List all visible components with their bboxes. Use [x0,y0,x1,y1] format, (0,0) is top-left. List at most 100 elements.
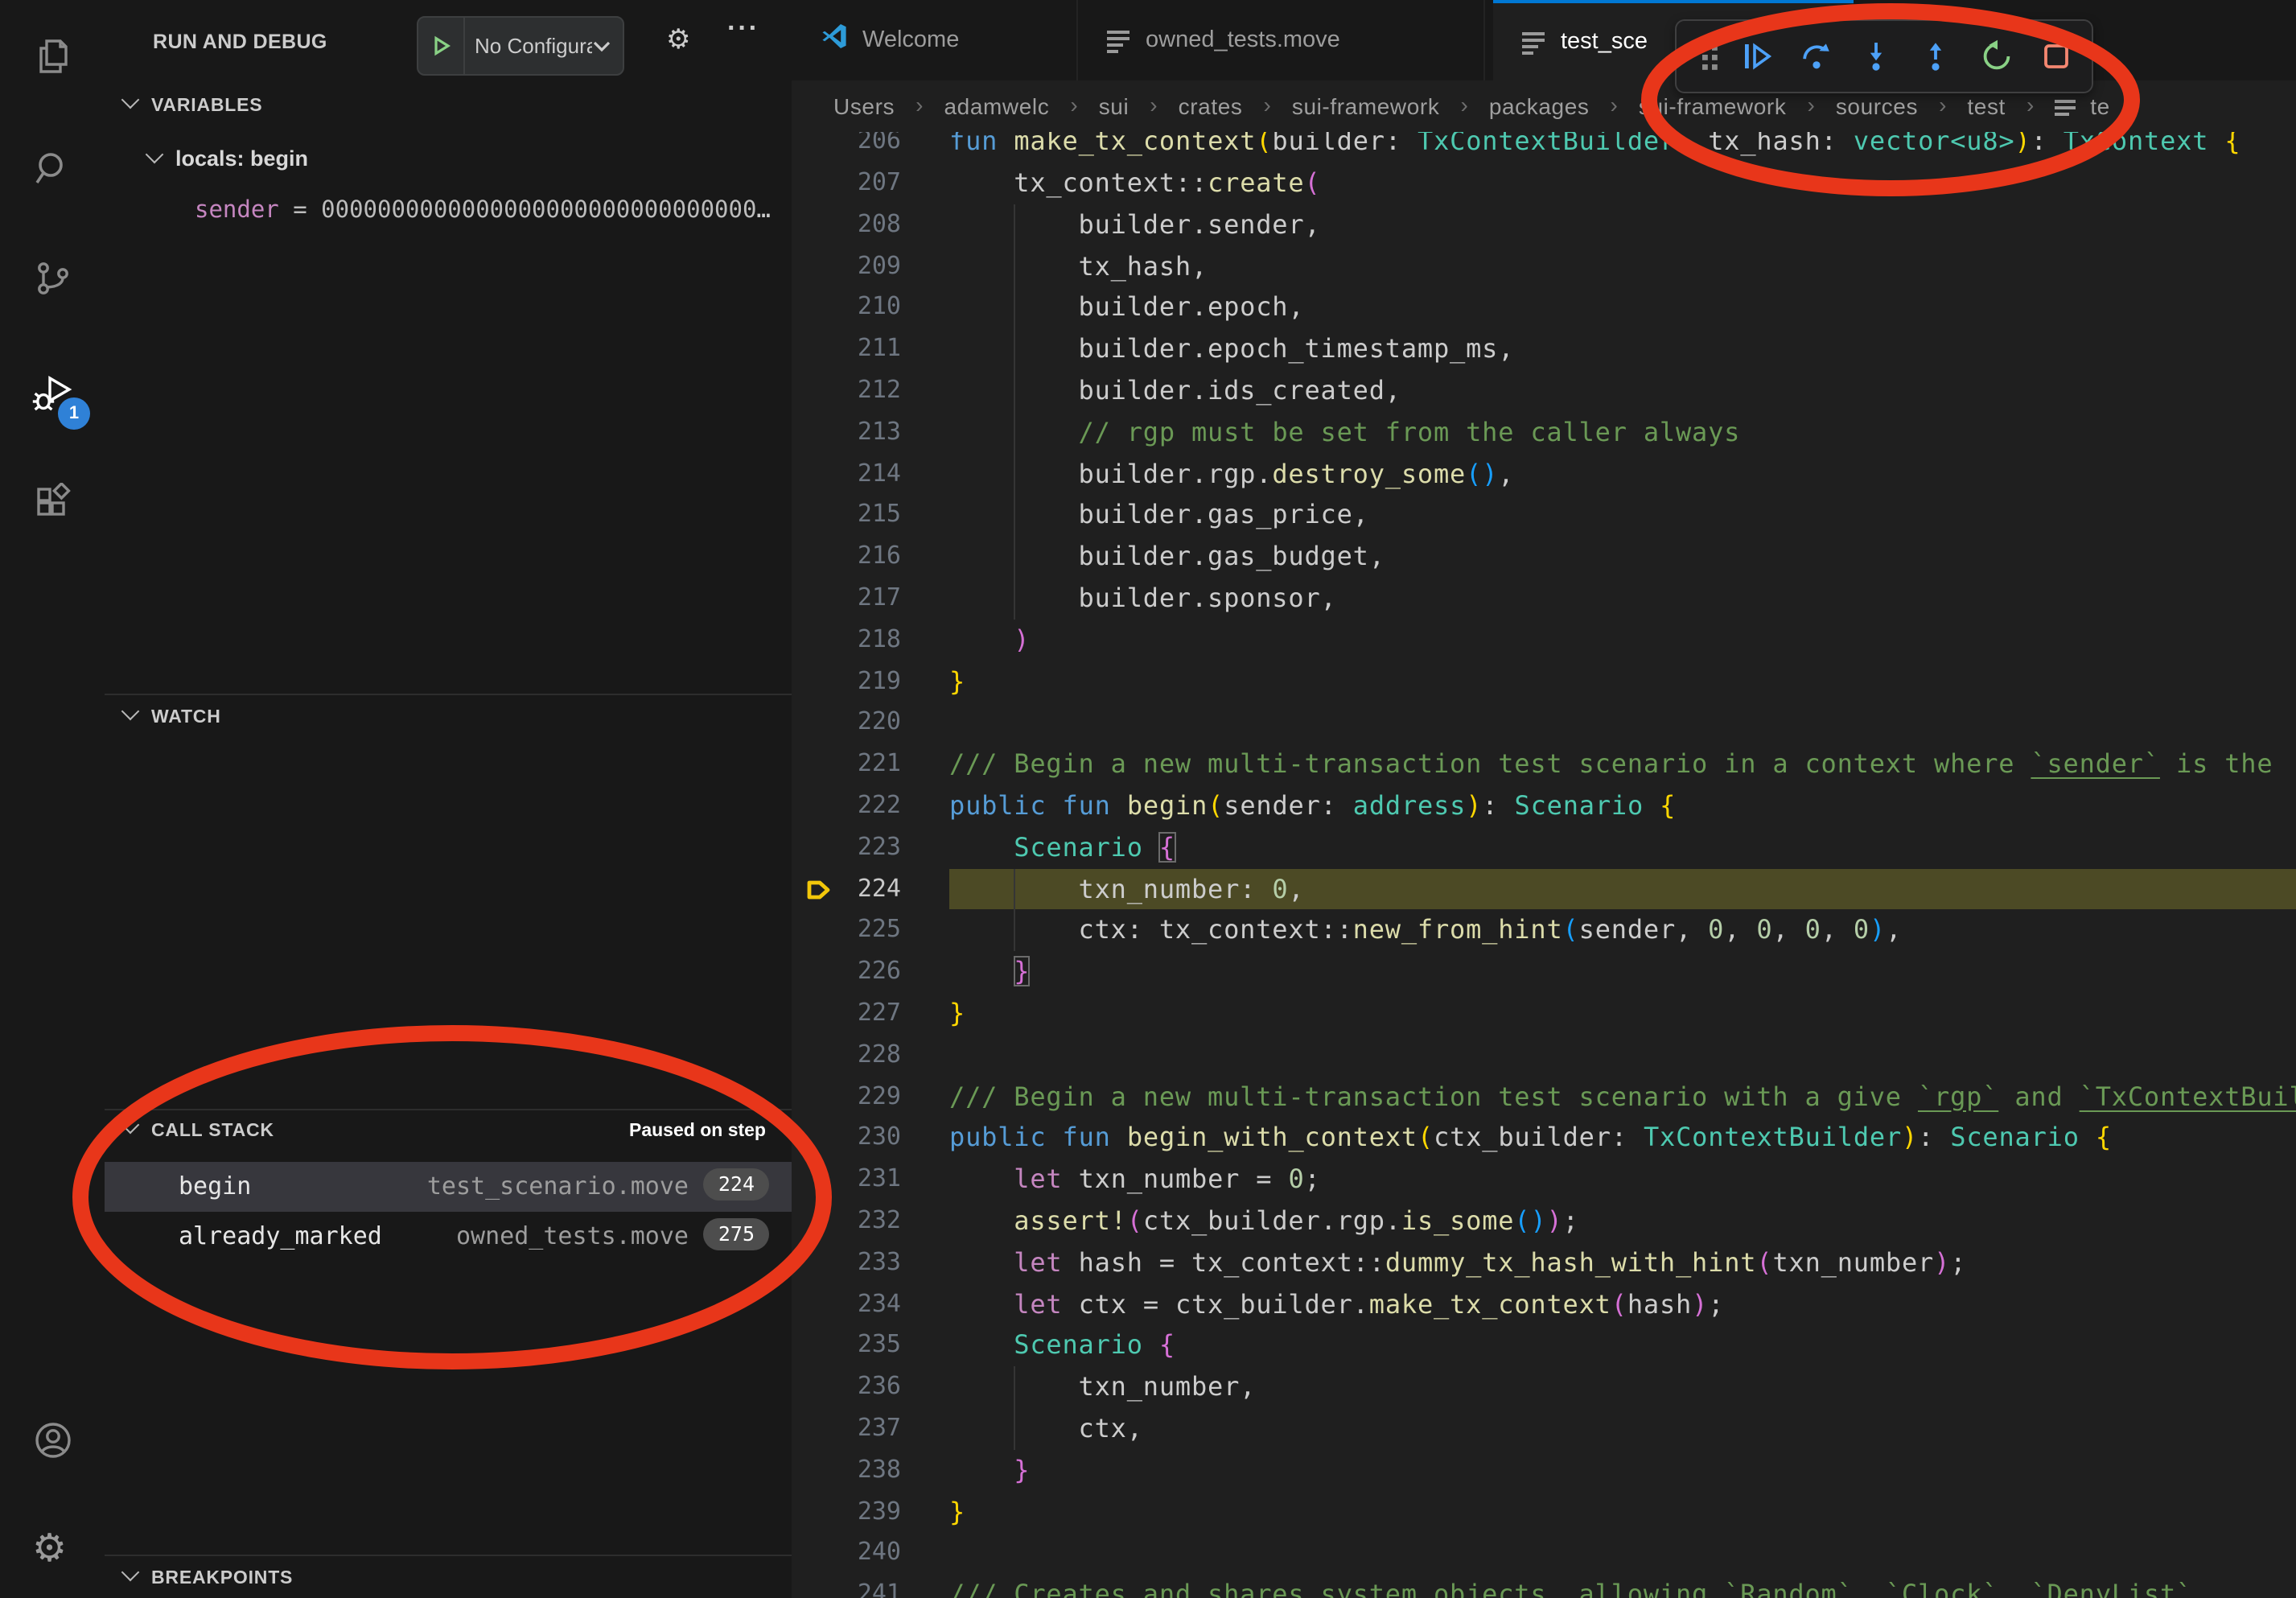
call-stack-frame-begin[interactable]: begintest_scenario.move224 [105,1162,792,1212]
code-line-text: txn_number: 0, [949,868,1305,910]
code-line-232[interactable]: 232 assert!(ctx_builder.rgp.is_some()); [792,1201,2296,1242]
code-line-text: Scenario { [949,827,1175,869]
code-line-234[interactable]: 234 let ctx = ctx_builder.make_tx_contex… [792,1283,2296,1325]
code-area[interactable]: 206fun make_tx_context(builder: TxContex… [792,0,2296,1598]
breadcrumb-item-sui-framework[interactable]: sui-framework [1292,93,1440,119]
tab-label: test_sce [1561,29,1648,55]
breadcrumb-item-test[interactable]: test [1967,93,2006,119]
code-line-228[interactable]: 228 [792,1035,2296,1077]
code-line-236[interactable]: 236 txn_number, [792,1366,2296,1408]
code-line-text: builder.rgp.destroy_some(), [949,453,1514,495]
frame-function-name: already_marked [179,1221,382,1250]
extensions-icon[interactable] [32,483,74,525]
variables-section-header[interactable]: VARIABLES [124,97,262,116]
code-line-235[interactable]: 235 Scenario { [792,1325,2296,1367]
code-line-229[interactable]: 229/// Begin a new multi-transaction tes… [792,1076,2296,1118]
start-debug-play-icon[interactable] [418,18,465,74]
debug-step-into-button[interactable] [1858,39,1894,74]
code-line-225[interactable]: 225 ctx: tx_context::new_from_hint(sende… [792,910,2296,952]
debug-stop-button[interactable] [2039,39,2074,74]
move-file-icon [2055,96,2079,117]
code-line-207[interactable]: 207 tx_context::create( [792,163,2296,204]
settings-gear-icon[interactable]: ⚙ [32,1529,74,1571]
code-line-230[interactable]: 230public fun begin_with_context(ctx_bui… [792,1118,2296,1159]
breadcrumb-item-sui-framework[interactable]: sui-framework [1639,93,1787,119]
explorer-icon[interactable] [32,35,74,77]
debug-continue-button[interactable] [1739,39,1775,74]
account-icon[interactable] [32,1419,74,1461]
line-number: 222 [792,785,901,827]
call-stack-frame-already_marked[interactable]: already_markedowned_tests.move275 [105,1212,792,1262]
code-line-text: tx_hash, [949,245,1208,287]
breadcrumb-item-packages[interactable]: packages [1489,93,1590,119]
code-line-223[interactable]: 223 Scenario { [792,827,2296,869]
more-actions-icon[interactable]: ··· [727,13,759,45]
tab-welcome[interactable]: Welcome [792,0,1078,80]
code-line-217[interactable]: 217 builder.sponsor, [792,578,2296,620]
watch-section-header[interactable]: WATCH [124,708,221,727]
variable-sender-row[interactable]: sender = 0000000000000000000000000000000… [195,198,774,224]
vscode-logo-icon [821,23,848,58]
call-stack-section-header[interactable]: CALL STACK [124,1122,274,1141]
breadcrumb-separator: › [1807,92,1814,117]
source-control-icon[interactable] [32,257,74,299]
code-line-224[interactable]: 224 txn_number: 0, [792,868,2296,910]
line-number: 231 [792,1159,901,1201]
code-line-221[interactable]: 221/// Begin a new multi-transaction tes… [792,743,2296,785]
code-line-text: let txn_number = 0; [949,1159,1321,1201]
debug-config-dropdown[interactable]: No Configura [417,16,624,76]
code-line-220[interactable]: 220 [792,702,2296,744]
breadcrumb-item-sources[interactable]: sources [1836,93,1918,119]
code-line-218[interactable]: 218 ) [792,620,2296,661]
code-line-208[interactable]: 208 builder.sender, [792,204,2296,246]
tab-owned_tests-move[interactable]: owned_tests.move [1078,0,1485,80]
breadcrumb-item-sui[interactable]: sui [1099,93,1129,119]
debug-settings-gear-icon[interactable]: ⚙ [666,24,691,56]
line-number: 235 [792,1325,901,1367]
code-line-219[interactable]: 219} [792,661,2296,702]
breakpoints-section-header[interactable]: BREAKPOINTS [124,1569,293,1588]
breadcrumb-separator: › [2026,92,2034,117]
code-line-233[interactable]: 233 let hash = tx_context::dummy_tx_hash… [792,1242,2296,1284]
debug-restart-button[interactable] [1979,39,2014,74]
code-line-text: } [949,1450,1030,1492]
breadcrumb-item-users[interactable]: Users [833,93,895,119]
line-number: 227 [792,993,901,1035]
code-line-215[interactable]: 215 builder.gas_price, [792,495,2296,537]
code-line-239[interactable]: 239} [792,1491,2296,1533]
tab-label: Welcome [862,27,959,53]
code-line-210[interactable]: 210 builder.epoch, [792,287,2296,329]
code-line-237[interactable]: 237 ctx, [792,1408,2296,1450]
code-line-text: /// Begin a new multi-transaction test s… [949,743,2273,785]
variables-scope-row[interactable]: locals: begin [148,146,308,171]
code-line-227[interactable]: 227} [792,993,2296,1035]
code-line-216[interactable]: 216 builder.gas_budget, [792,536,2296,578]
code-line-240[interactable]: 240 [792,1533,2296,1575]
chevron-down-icon [121,91,140,109]
code-line-238[interactable]: 238 } [792,1450,2296,1492]
code-line-222[interactable]: 222public fun begin(sender: address): Sc… [792,785,2296,827]
code-line-214[interactable]: 214 builder.rgp.destroy_some(), [792,453,2296,495]
code-line-212[interactable]: 212 builder.ids_created, [792,370,2296,412]
line-number: 208 [792,204,901,246]
code-line-text: builder.epoch, [949,287,1304,329]
code-line-text: Scenario { [949,1325,1175,1367]
debug-step-over-button[interactable] [1799,39,1834,74]
frame-line-badge: 224 [704,1168,769,1201]
search-icon[interactable] [32,148,74,190]
code-line-text: // rgp must be set from the caller alway… [949,412,1740,454]
code-line-211[interactable]: 211 builder.epoch_timestamp_ms, [792,328,2296,370]
breadcrumb-separator: › [1939,92,1946,117]
breadcrumb-file[interactable]: te [2090,93,2110,119]
breadcrumb-item-adamwelc[interactable]: adamwelc [944,93,1049,119]
code-line-226[interactable]: 226 } [792,951,2296,993]
code-line-text: /// Creates and shares system objects, a… [949,1574,2192,1598]
code-line-213[interactable]: 213 // rgp must be set from the caller a… [792,412,2296,454]
current-step-marker-icon [804,875,833,904]
breadcrumb-item-crates[interactable]: crates [1179,93,1243,119]
line-number: 238 [792,1450,901,1492]
code-line-209[interactable]: 209 tx_hash, [792,245,2296,287]
code-line-231[interactable]: 231 let txn_number = 0; [792,1159,2296,1201]
debug-step-out-button[interactable] [1918,39,1953,74]
code-line-241[interactable]: 241/// Creates and shares system objects… [792,1574,2296,1598]
